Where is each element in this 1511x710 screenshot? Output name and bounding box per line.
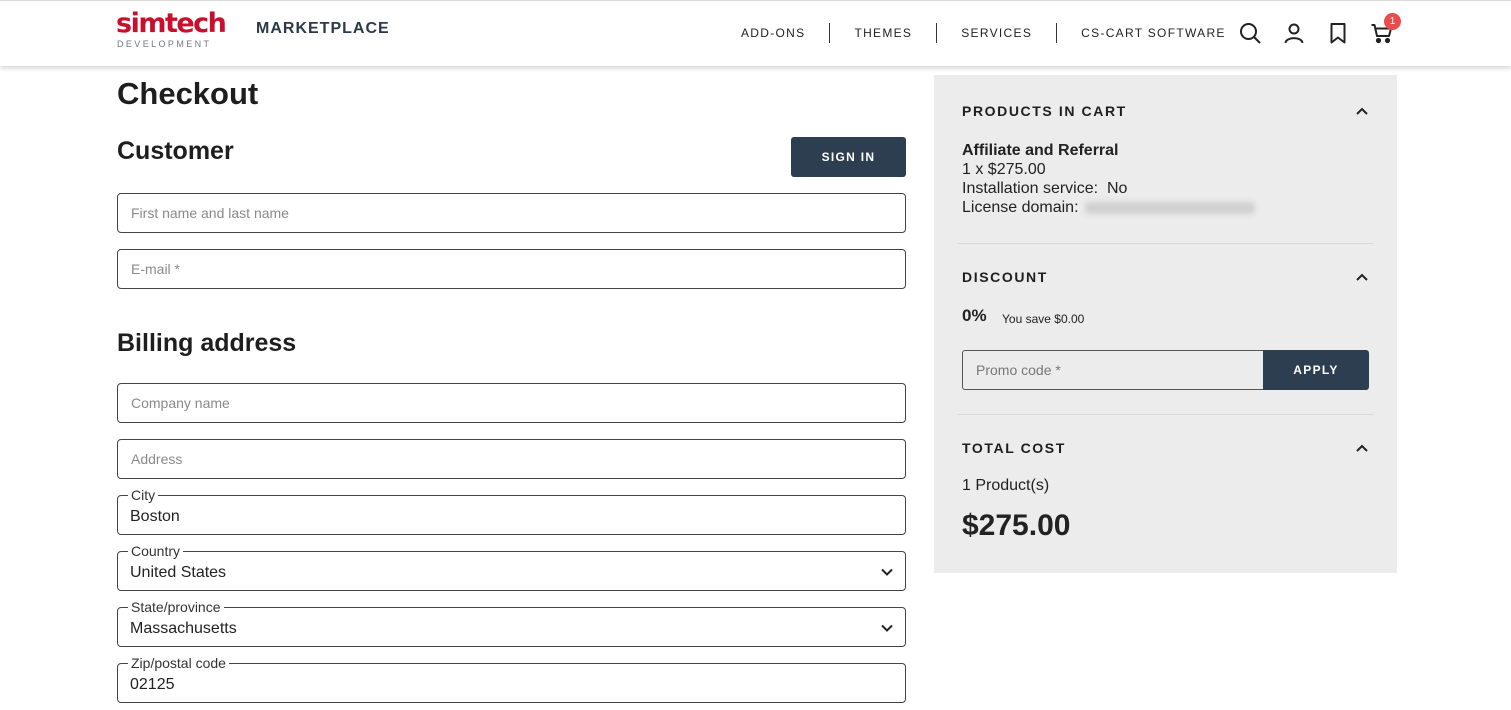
state-select[interactable]: State/province Massachusetts — [117, 599, 906, 647]
products-in-cart-title[interactable]: PRODUCTS IN CART — [962, 103, 1127, 119]
zip-label: Zip/postal code — [128, 655, 229, 671]
chevron-down-icon — [881, 568, 893, 576]
customer-section-title: Customer — [117, 137, 234, 165]
logo-text: simtech — [116, 8, 227, 39]
license-domain-label: License domain: — [962, 199, 1079, 216]
address-input[interactable] — [118, 440, 905, 478]
main-nav: ADD-ONS THEMES SERVICES CS-CART SOFTWARE — [729, 23, 1250, 43]
email-input[interactable] — [118, 250, 905, 288]
discount-percent: 0% — [962, 306, 987, 325]
marketplace-brand[interactable]: MARKETPLACE — [256, 20, 390, 38]
country-value: United States — [130, 564, 227, 581]
product-quantity-price: 1 x $275.00 — [962, 161, 1046, 178]
discount-savings: You save $0.00 — [1002, 312, 1085, 326]
order-summary-panel: PRODUCTS IN CART Affiliate and Referral … — [934, 75, 1397, 573]
full-name-input[interactable] — [118, 194, 905, 232]
apply-promo-button[interactable]: APPLY — [1263, 350, 1369, 390]
promo-code-field[interactable] — [962, 350, 1264, 390]
chevron-up-icon[interactable] — [1354, 440, 1370, 456]
nav-add-ons[interactable]: ADD-ONS — [729, 23, 829, 43]
header-icons: 1 — [1238, 13, 1401, 45]
page-title: Checkout — [117, 76, 259, 111]
chevron-down-icon — [881, 624, 893, 632]
full-name-field[interactable] — [117, 193, 906, 233]
address-field[interactable] — [117, 439, 906, 479]
total-price: $275.00 — [962, 509, 1071, 542]
divider — [958, 414, 1374, 415]
country-label: Country — [128, 543, 184, 559]
chevron-up-icon[interactable] — [1354, 103, 1370, 119]
promo-code-input[interactable] — [963, 351, 1264, 389]
country-select[interactable]: Country United States — [117, 543, 906, 591]
product-count: 1 Product(s) — [962, 477, 1050, 494]
state-value: Massachusetts — [130, 620, 237, 637]
user-icon[interactable] — [1282, 21, 1306, 45]
company-input[interactable] — [118, 384, 905, 422]
blurred-domain — [1084, 201, 1255, 214]
logo-subtext: DEVELOPMENT — [117, 39, 212, 49]
total-cost-title[interactable]: TOTAL COST — [962, 440, 1066, 456]
zip-value: 02125 — [130, 676, 175, 693]
cart-count-badge: 1 — [1384, 13, 1401, 30]
divider — [958, 243, 1374, 244]
site-header: simtech DEVELOPMENT MARKETPLACE ADD-ONS … — [0, 0, 1511, 66]
billing-section-title: Billing address — [117, 329, 297, 357]
logo[interactable]: simtech DEVELOPMENT — [116, 8, 227, 50]
state-label: State/province — [128, 599, 224, 615]
chevron-up-icon[interactable] — [1354, 269, 1370, 285]
sign-in-button[interactable]: SIGN IN — [791, 137, 906, 177]
bookmark-icon[interactable] — [1326, 21, 1350, 45]
nav-services[interactable]: SERVICES — [937, 23, 1056, 43]
zip-field[interactable]: Zip/postal code 02125 — [117, 655, 906, 703]
search-icon[interactable] — [1238, 21, 1262, 45]
installation-service: Installation service: No — [962, 180, 1128, 197]
product-name[interactable]: Affiliate and Referral — [962, 141, 1118, 160]
cart-icon[interactable]: 1 — [1370, 13, 1401, 45]
nav-themes[interactable]: THEMES — [830, 23, 936, 43]
nav-cs-cart-software[interactable]: CS-CART SOFTWARE — [1057, 23, 1250, 43]
license-domain: License domain: — [962, 198, 1255, 217]
city-value: Boston — [130, 508, 180, 525]
company-field[interactable] — [117, 383, 906, 423]
discount-title[interactable]: DISCOUNT — [962, 269, 1048, 285]
city-label: City — [128, 487, 159, 503]
city-field[interactable]: City Boston — [117, 487, 906, 535]
email-field[interactable] — [117, 249, 906, 289]
